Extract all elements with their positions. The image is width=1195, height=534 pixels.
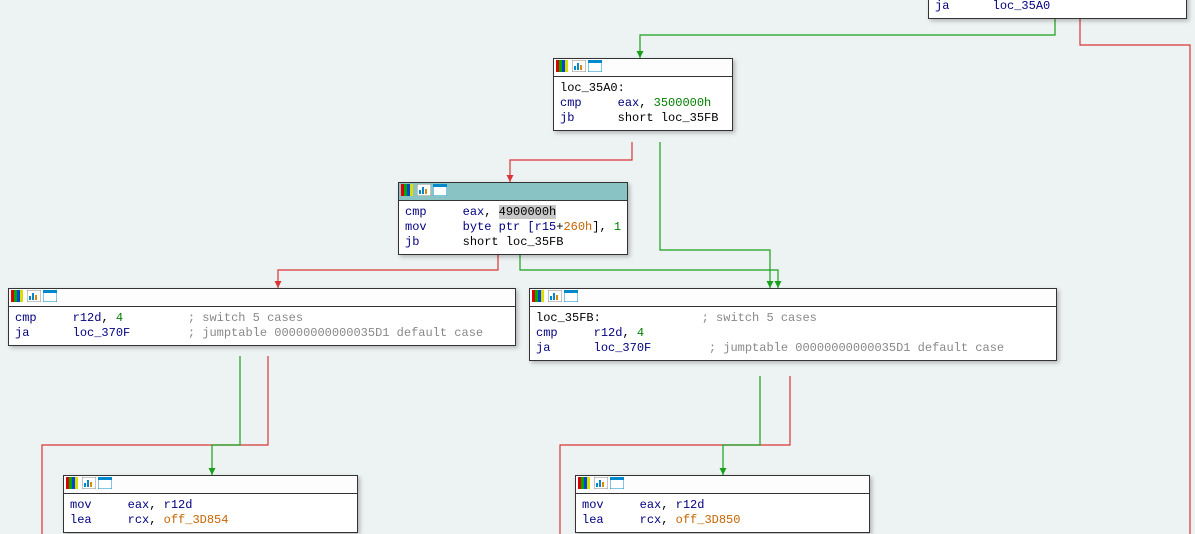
mnemonic: cmp	[405, 205, 427, 219]
mnemonic: mov	[582, 498, 604, 512]
mnemonic: mov	[405, 220, 427, 234]
window-icon	[433, 184, 447, 200]
immediate: 4	[637, 326, 644, 340]
comma: ,	[622, 326, 636, 340]
mnemonic: ja	[536, 341, 550, 355]
target-label: loc_370F	[73, 326, 131, 340]
chart-icon	[82, 477, 96, 493]
comment: ; switch 5 cases	[702, 311, 817, 325]
register: rcx	[128, 513, 150, 527]
disasm-body: mov eax, r12d lea rcx, off_3D850	[576, 494, 869, 532]
window-icon	[98, 477, 112, 493]
disasm-body: cmp r12d, 4 ; switch 5 cases ja loc_370F…	[9, 307, 515, 345]
color-bars-icon	[11, 290, 25, 306]
node-header	[576, 476, 869, 494]
comma: ,	[639, 96, 646, 110]
register: eax	[640, 498, 662, 512]
node-header	[530, 289, 1056, 307]
immediate: 3500000h	[654, 96, 712, 110]
mnemonic: ja	[15, 326, 29, 340]
immediate: 1	[614, 220, 621, 234]
register: r12d	[676, 498, 705, 512]
window-icon	[610, 477, 624, 493]
register: r12d	[164, 498, 193, 512]
comment: ; switch 5 cases	[188, 311, 303, 325]
basic-block-bottom-left[interactable]: mov eax, r12d lea rcx, off_3D854	[63, 475, 358, 533]
comma: ,	[661, 513, 675, 527]
disasm-body: loc_35FB: ; switch 5 cases cmp r12d, 4 j…	[530, 307, 1056, 360]
target-label: short loc_35FB	[463, 235, 564, 249]
window-icon	[588, 60, 602, 76]
mnemonic: lea	[70, 513, 92, 527]
mnemonic: ja	[935, 0, 949, 13]
basic-block-switch-left[interactable]: cmp r12d, 4 ; switch 5 cases ja loc_370F…	[8, 288, 516, 346]
operand-prefix: byte ptr [	[463, 220, 535, 234]
node-header	[9, 289, 515, 307]
register: r12d	[73, 311, 102, 325]
disasm-body: mov eax, r12d lea rcx, off_3D854	[64, 494, 357, 532]
loc-label: loc_35FB:	[536, 311, 601, 325]
comma: ,	[149, 498, 163, 512]
basic-block-35FB[interactable]: loc_35FB: ; switch 5 cases cmp r12d, 4 j…	[529, 288, 1057, 361]
color-bars-icon	[556, 60, 570, 76]
register: r15	[535, 220, 557, 234]
color-bars-icon	[401, 184, 415, 200]
color-bars-icon	[578, 477, 592, 493]
chart-icon	[572, 60, 586, 76]
chart-icon	[548, 290, 562, 306]
comma: ,	[101, 311, 115, 325]
register: eax	[618, 96, 640, 110]
chart-icon	[594, 477, 608, 493]
basic-block-top-partial[interactable]: ja loc_35A0	[928, 0, 1187, 19]
color-bars-icon	[532, 290, 546, 306]
disasm-body: ja loc_35A0	[929, 0, 1186, 18]
mnemonic: jb	[405, 235, 419, 249]
offset: 260h	[563, 220, 592, 234]
mnemonic: lea	[582, 513, 604, 527]
target-label: short loc_35FB	[618, 111, 719, 125]
mnemonic: cmp	[536, 326, 558, 340]
loc-label: loc_35A0:	[560, 81, 625, 95]
mnemonic: mov	[70, 498, 92, 512]
node-header	[64, 476, 357, 494]
basic-block-35A0[interactable]: loc_35A0: cmp eax, 3500000h jb short loc…	[553, 58, 733, 131]
offset-label: off_3D850	[676, 513, 741, 527]
mnemonic: jb	[560, 111, 574, 125]
comma: ,	[484, 205, 491, 219]
offset-label: off_3D854	[164, 513, 229, 527]
target-label: loc_35A0	[993, 0, 1051, 13]
graph-canvas[interactable]: ja loc_35A0 loc_35A0: cmp eax, 3500000h …	[0, 0, 1195, 534]
node-header	[554, 59, 732, 77]
color-bars-icon	[66, 477, 80, 493]
node-header	[399, 183, 627, 201]
immediate: 4	[116, 311, 123, 325]
disasm-body: loc_35A0: cmp eax, 3500000h jb short loc…	[554, 77, 732, 130]
window-icon	[43, 290, 57, 306]
chart-icon	[417, 184, 431, 200]
register: rcx	[640, 513, 662, 527]
operand-suffix: ],	[592, 220, 614, 234]
target-label: loc_370F	[594, 341, 652, 355]
disasm-body: cmp eax, 4900000h mov byte ptr [r15+260h…	[399, 201, 627, 254]
basic-block-selected[interactable]: cmp eax, 4900000h mov byte ptr [r15+260h…	[398, 182, 628, 255]
comment: ; jumptable 00000000000035D1 default cas…	[188, 326, 483, 340]
basic-block-bottom-right[interactable]: mov eax, r12d lea rcx, off_3D850	[575, 475, 870, 533]
mnemonic: cmp	[560, 96, 582, 110]
selected-immediate: 4900000h	[499, 205, 557, 219]
comma: ,	[661, 498, 675, 512]
register: r12d	[594, 326, 623, 340]
window-icon	[564, 290, 578, 306]
chart-icon	[27, 290, 41, 306]
comma: ,	[149, 513, 163, 527]
register: eax	[463, 205, 485, 219]
comment: ; jumptable 00000000000035D1 default cas…	[709, 341, 1004, 355]
register: eax	[128, 498, 150, 512]
mnemonic: cmp	[15, 311, 37, 325]
